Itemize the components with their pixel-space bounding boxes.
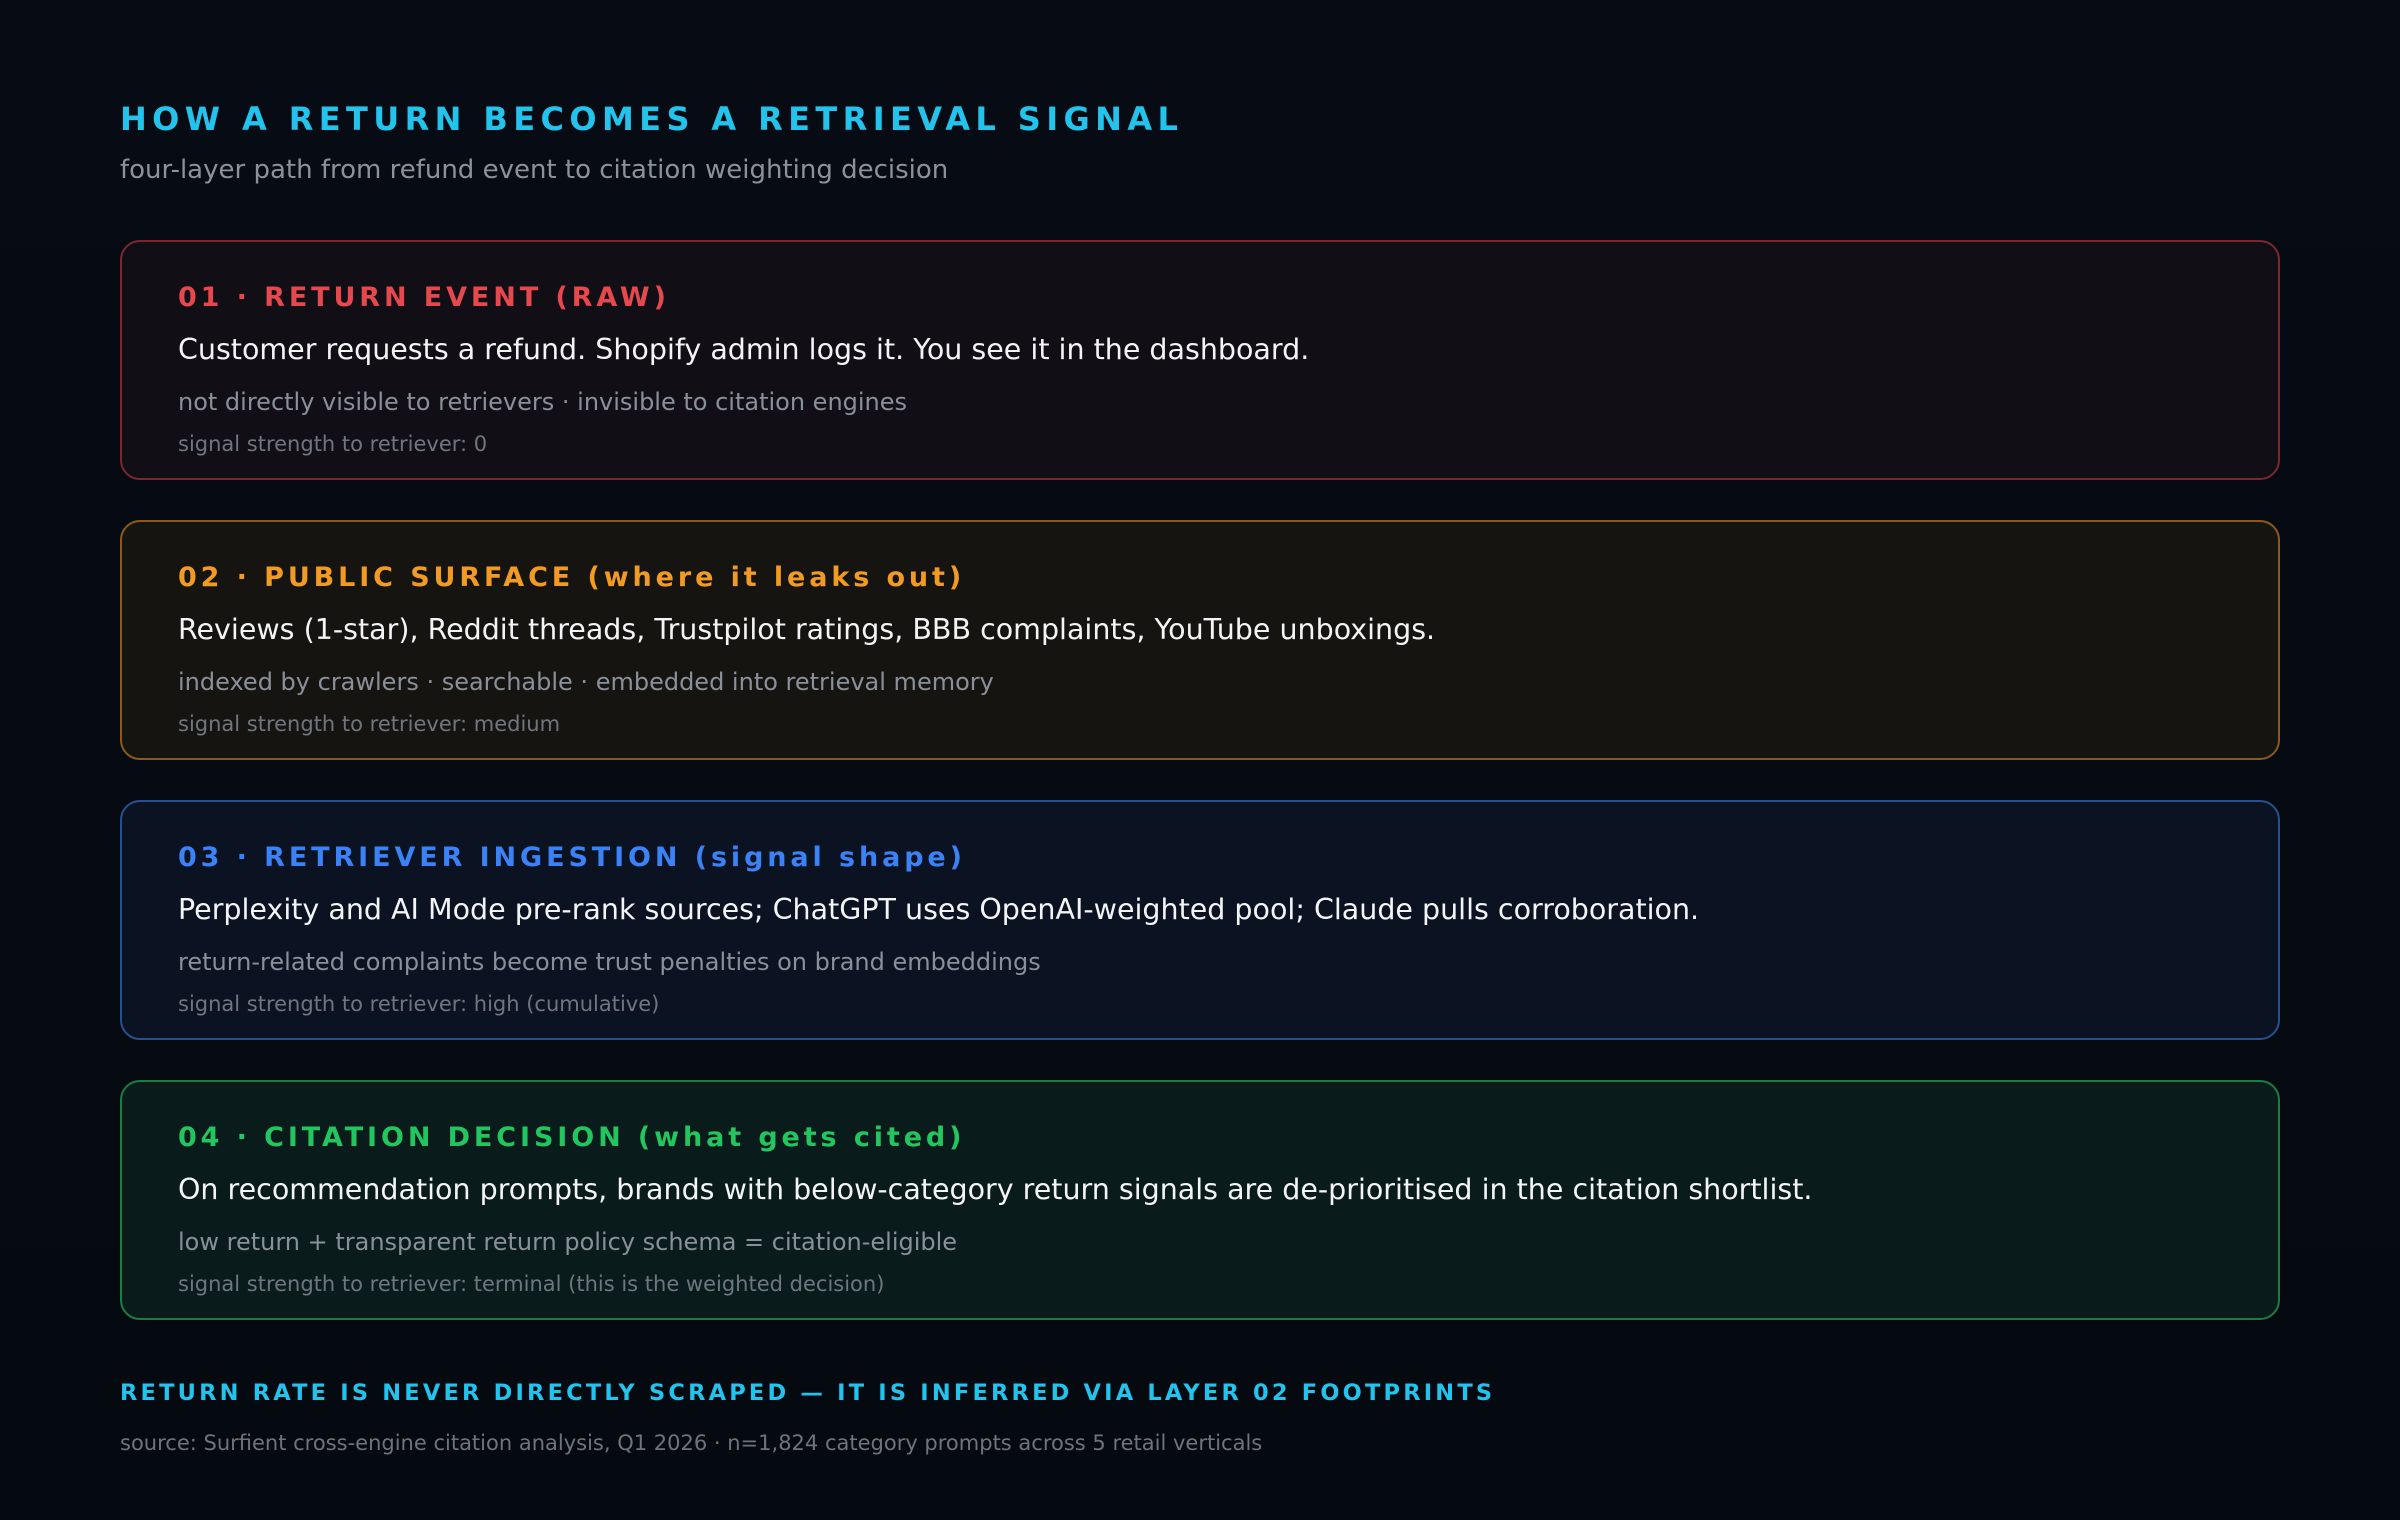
layer-description: On recommendation prompts, brands with b… (178, 1173, 1813, 1206)
layer-card-citation-decision: 04 · CITATION DECISION (what gets cited)… (120, 1080, 2280, 1320)
page-title: HOW A RETURN BECOMES A RETRIEVAL SIGNAL (120, 100, 1184, 138)
layer-description: Reviews (1-star), Reddit threads, Trustp… (178, 613, 1436, 646)
layer-note: not directly visible to retrievers · inv… (178, 388, 908, 416)
layer-card-return-event: 01 · RETURN EVENT (RAW) Customer request… (120, 240, 2280, 480)
layer-signal-strength: signal strength to retriever: medium (178, 712, 561, 736)
footer-callout: RETURN RATE IS NEVER DIRECTLY SCRAPED — … (120, 1380, 1496, 1406)
layer-card-public-surface: 02 · PUBLIC SURFACE (where it leaks out)… (120, 520, 2280, 760)
footer-source: source: Surfient cross-engine citation a… (120, 1431, 1263, 1455)
layer-heading: 01 · RETURN EVENT (RAW) (178, 282, 670, 313)
layer-note: low return + transparent return policy s… (178, 1228, 958, 1256)
layer-heading: 02 · PUBLIC SURFACE (where it leaks out) (178, 562, 966, 593)
layer-note: return-related complaints become trust p… (178, 948, 1041, 976)
layer-card-retriever-ingestion: 03 · RETRIEVER INGESTION (signal shape) … (120, 800, 2280, 1040)
layer-heading: 04 · CITATION DECISION (what gets cited) (178, 1122, 966, 1153)
layer-signal-strength: signal strength to retriever: high (cumu… (178, 992, 660, 1016)
page-subtitle: four-layer path from refund event to cit… (120, 155, 949, 185)
layer-description: Perplexity and AI Mode pre-rank sources;… (178, 893, 1700, 926)
layer-signal-strength: signal strength to retriever: terminal (… (178, 1272, 885, 1296)
layer-heading: 03 · RETRIEVER INGESTION (signal shape) (178, 842, 966, 873)
layer-note: indexed by crawlers · searchable · embed… (178, 668, 994, 696)
layer-signal-strength: signal strength to retriever: 0 (178, 432, 488, 456)
layer-description: Customer requests a refund. Shopify admi… (178, 333, 1310, 366)
